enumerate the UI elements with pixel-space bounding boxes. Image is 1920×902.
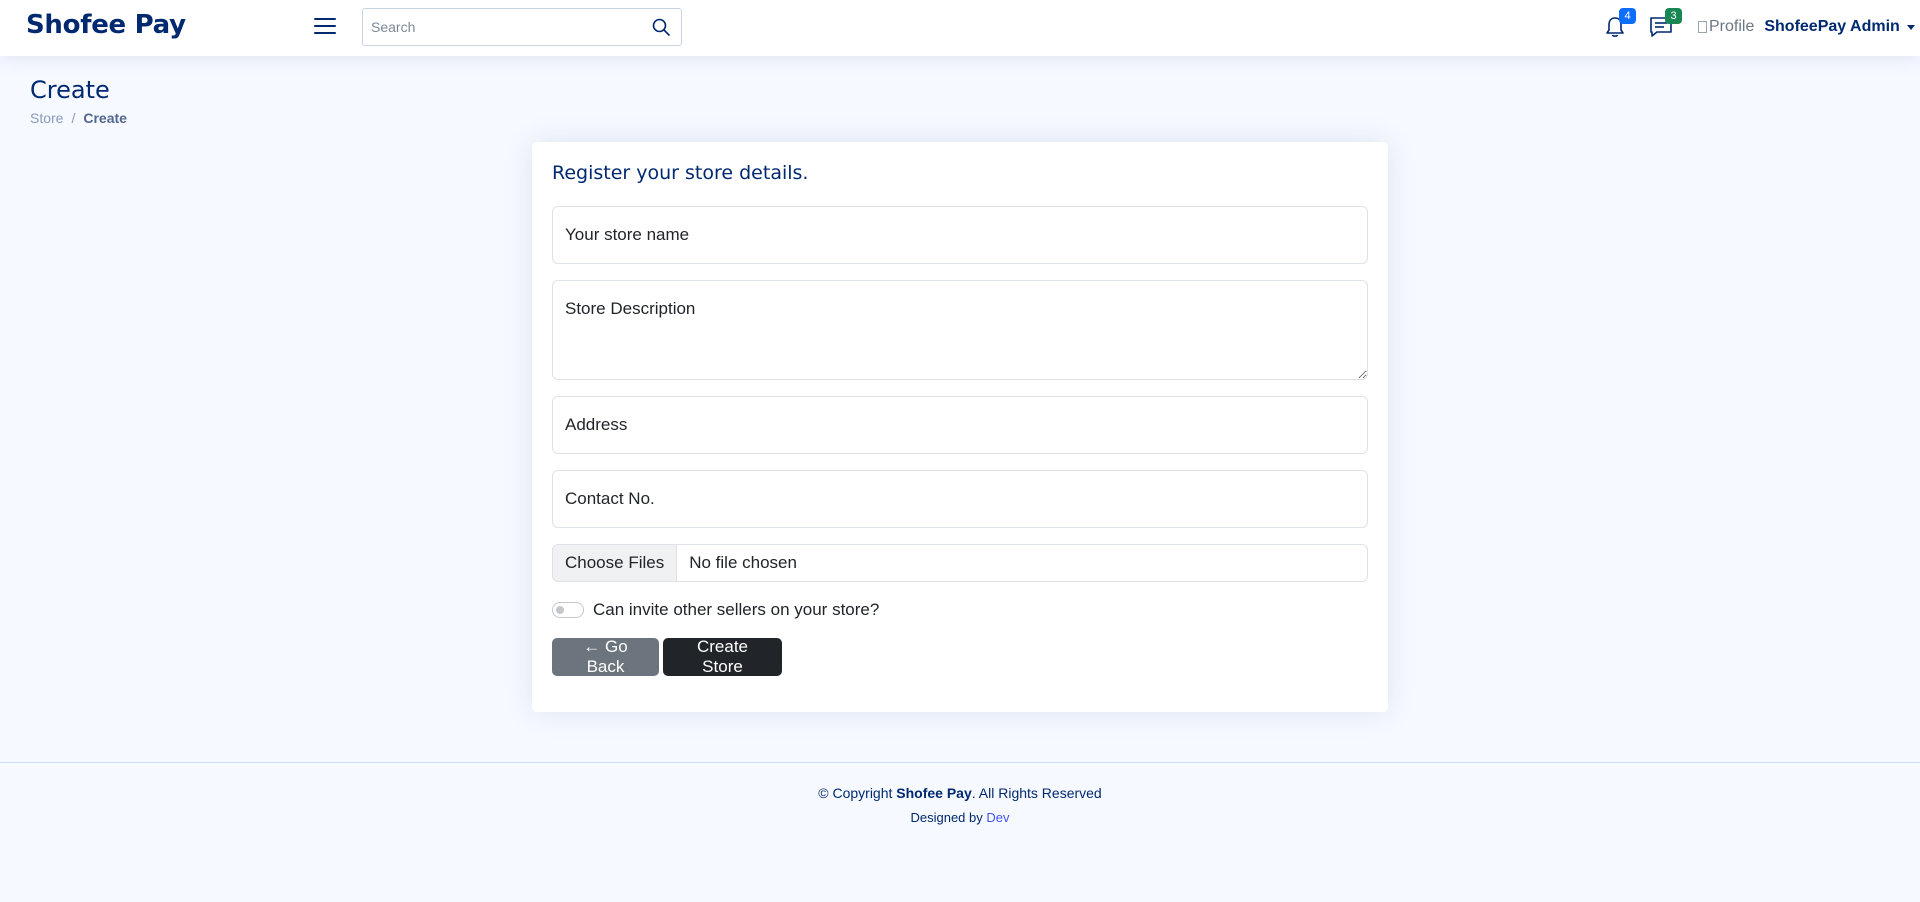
breadcrumb-item-store[interactable]: Store bbox=[30, 110, 63, 126]
footer-credits: Designed by Dev bbox=[0, 810, 1920, 825]
profile-dropdown[interactable]: Profile ShofeePay Admin bbox=[1698, 14, 1915, 40]
broken-image-icon bbox=[1698, 21, 1707, 33]
avatar: Profile bbox=[1698, 18, 1754, 36]
breadcrumb-separator: / bbox=[71, 110, 76, 126]
breadcrumb: Store / Create bbox=[30, 110, 127, 126]
top-header: Shofee Pay 4 3 Profile bbox=[0, 0, 1920, 56]
profile-name: ShofeePay Admin bbox=[1764, 18, 1900, 35]
menu-icon bbox=[314, 18, 336, 34]
sidebar-toggle-button[interactable] bbox=[313, 14, 337, 38]
messages-badge: 3 bbox=[1665, 8, 1682, 24]
form-heading: Register your store details. bbox=[552, 162, 809, 184]
store-description-textarea[interactable] bbox=[552, 280, 1368, 380]
choose-files-button[interactable]: Choose Files bbox=[553, 545, 678, 581]
file-upload-input[interactable]: Choose Files No file chosen bbox=[552, 544, 1368, 582]
page-title: Create bbox=[30, 76, 110, 104]
messages-button[interactable]: 3 bbox=[1648, 8, 1682, 40]
copyright-prefix: © Copyright bbox=[818, 785, 897, 801]
search-input[interactable] bbox=[363, 10, 633, 44]
go-back-button[interactable]: ← Go Back bbox=[552, 637, 659, 676]
notifications-button[interactable]: 4 bbox=[1602, 8, 1636, 40]
invite-sellers-toggle[interactable] bbox=[552, 602, 584, 618]
caret-down-icon bbox=[1906, 24, 1915, 30]
invite-toggle-row: Can invite other sellers on your store? bbox=[552, 600, 879, 620]
designer-link[interactable]: Dev bbox=[986, 810, 1009, 825]
search-icon[interactable] bbox=[651, 17, 671, 37]
address-input[interactable] bbox=[552, 396, 1368, 454]
copyright-suffix: . All Rights Reserved bbox=[971, 785, 1102, 801]
store-name-input[interactable] bbox=[552, 206, 1368, 264]
page-title-section: Create Store / Create bbox=[30, 76, 127, 126]
footer-divider bbox=[0, 762, 1920, 763]
contact-input[interactable] bbox=[552, 470, 1368, 528]
file-status-text: No file chosen bbox=[689, 553, 797, 572]
breadcrumb-item-create: Create bbox=[83, 110, 127, 126]
footer-copyright: © Copyright Shofee Pay. All Rights Reser… bbox=[0, 785, 1920, 801]
invite-sellers-label[interactable]: Can invite other sellers on your store? bbox=[593, 600, 879, 620]
designed-by-text: Designed by bbox=[910, 810, 987, 825]
footer-brand: Shofee Pay bbox=[896, 785, 972, 801]
avatar-alt-text: Profile bbox=[1709, 18, 1755, 35]
app-logo[interactable]: Shofee Pay bbox=[26, 10, 186, 40]
notifications-badge: 4 bbox=[1619, 8, 1636, 24]
create-store-button[interactable]: Create Store bbox=[663, 637, 782, 676]
toggle-knob bbox=[556, 606, 564, 614]
search-bar bbox=[362, 8, 682, 46]
store-form-card: Register your store details. Choose File… bbox=[532, 142, 1388, 712]
